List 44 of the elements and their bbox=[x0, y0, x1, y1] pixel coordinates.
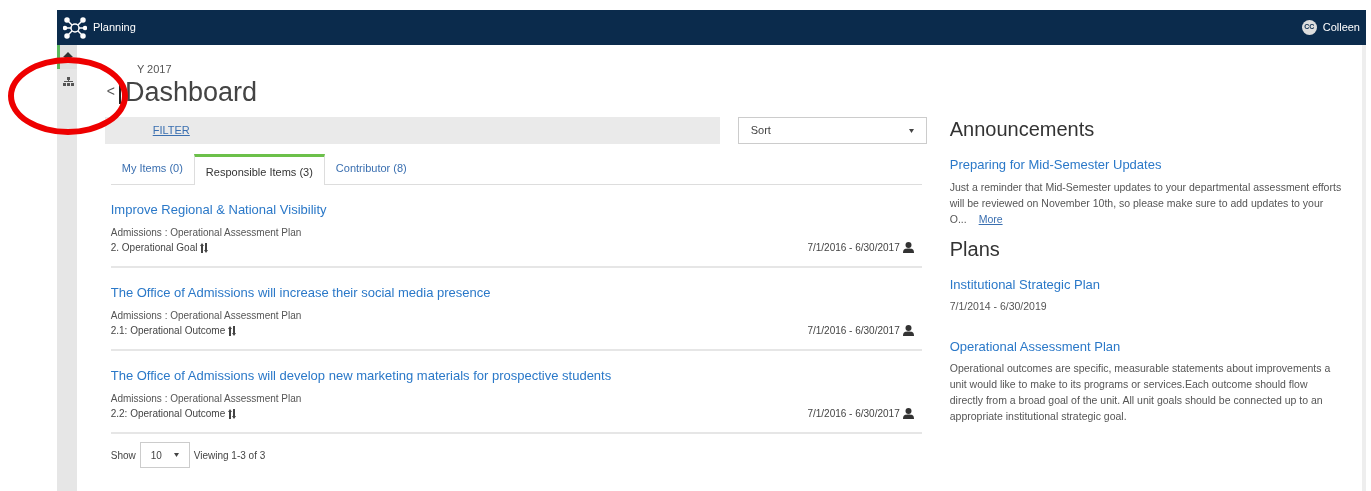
item-type: 2.1: Operational Outcome bbox=[110, 324, 226, 338]
sort-icon bbox=[228, 325, 237, 336]
announcements-heading: Announcements bbox=[949, 117, 1096, 141]
caret-icon bbox=[173, 453, 179, 457]
sort-icon bbox=[228, 408, 237, 419]
plan-description: Operational outcomes are specific, measurable statements about improvements a unit would like to make to its programs or services.Each outcome should flow directly from a broad goal of the unit. All unit goals should be connected up to an appropriate institutional strategic goal. bbox=[949, 361, 1332, 424]
tab[interactable]: My Items (0) bbox=[110, 153, 194, 184]
plan-title-link[interactable]: Institutional Strategic Plan bbox=[949, 274, 1342, 294]
caret-icon bbox=[908, 128, 914, 133]
year-label: Y 2017 bbox=[136, 61, 173, 77]
item-type: 2. Operational Goal bbox=[110, 241, 198, 255]
sort-select[interactable]: Sort bbox=[737, 117, 927, 144]
show-label: Show bbox=[110, 448, 136, 463]
item-title-link[interactable]: Improve Regional & National Visibility bbox=[110, 202, 922, 218]
plan-name: Admissions : Operational Assessment Plan bbox=[110, 226, 303, 240]
date-range: 7/1/2016 - 6/30/2017 bbox=[807, 324, 900, 338]
app-name[interactable]: Planning bbox=[93, 19, 136, 36]
person-icon bbox=[902, 325, 914, 336]
person-icon bbox=[902, 242, 914, 253]
plan-name: Admissions : Operational Assessment Plan bbox=[110, 392, 303, 406]
announcement-text: Just a reminder that Mid-Semester updates to your departmental assessment efforts will be reviewed on November 10th, so please make sure to add updates to your O... More bbox=[949, 179, 1342, 227]
item-type: 2.2: Operational Outcome bbox=[110, 407, 226, 421]
back-button[interactable]: < bbox=[106, 78, 121, 104]
plans-heading: Plans bbox=[949, 236, 1001, 261]
tab[interactable]: Responsible Items (3) bbox=[193, 154, 325, 185]
more-link[interactable]: More bbox=[978, 212, 1003, 225]
announcement-title-link[interactable]: Preparing for Mid-Semester Updates bbox=[949, 155, 1342, 175]
date-range: 7/1/2016 - 6/30/2017 bbox=[807, 241, 900, 255]
filter-link[interactable]: FILTER bbox=[152, 122, 190, 139]
item-title-link[interactable]: The Office of Admissions will increase their social media presence bbox=[110, 285, 922, 301]
plan-description: 7/1/2014 - 6/30/2019 bbox=[949, 299, 1048, 314]
page-size-select[interactable]: 10 bbox=[139, 442, 190, 468]
item-title-link[interactable]: The Office of Admissions will develop new marketing materials for prospective students bbox=[110, 368, 922, 384]
tab[interactable]: Contributor (8) bbox=[324, 153, 418, 184]
hierarchy-icon bbox=[62, 76, 74, 86]
user-name[interactable]: Colleen bbox=[1322, 19, 1360, 36]
plan-title-link[interactable]: Operational Assessment Plan bbox=[949, 336, 1342, 356]
sort-icon bbox=[200, 242, 209, 253]
page-title: Dashboard bbox=[124, 77, 257, 107]
person-icon bbox=[902, 408, 914, 419]
network-logo-icon bbox=[63, 16, 87, 39]
plan-name: Admissions : Operational Assessment Plan bbox=[110, 309, 303, 323]
viewing-count: Viewing 1-3 of 3 bbox=[193, 448, 266, 463]
date-range: 7/1/2016 - 6/30/2017 bbox=[807, 407, 900, 421]
